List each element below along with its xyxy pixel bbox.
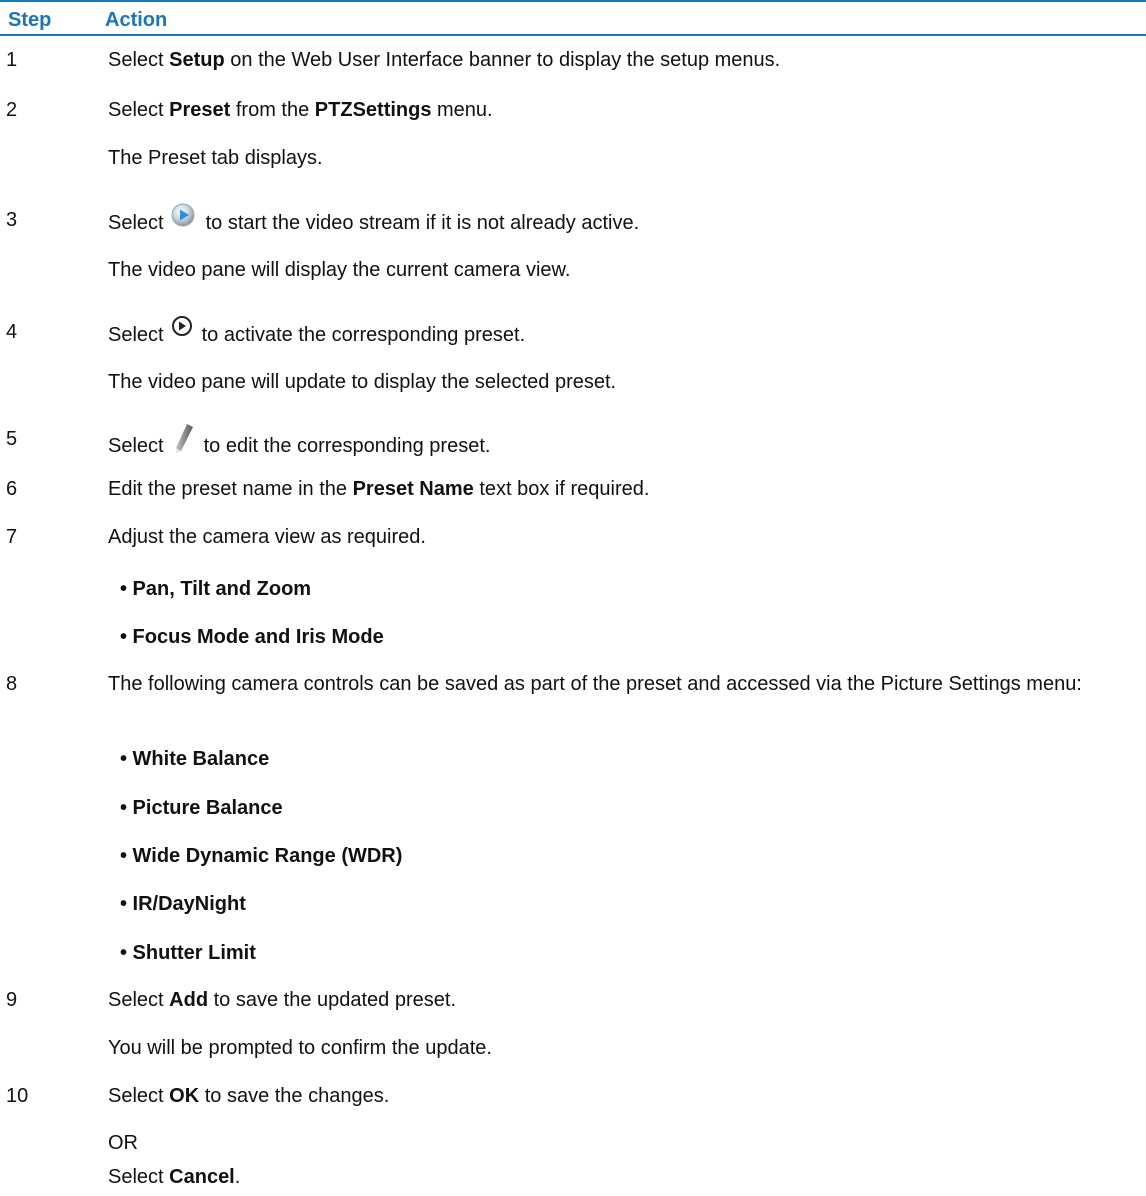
- list-item: • IR/DayNight: [120, 893, 246, 915]
- step-text: Adjust the camera view as required.: [108, 526, 426, 548]
- step-text: Select Add to save the updated preset.: [108, 989, 456, 1011]
- step-text: Select to activate the corresponding pres…: [108, 316, 1138, 352]
- pencil-icon: [168, 422, 198, 463]
- list-item: • White Balance: [120, 748, 270, 770]
- step-number: 3: [6, 209, 18, 231]
- step-number: 7: [6, 526, 18, 548]
- step-number: 8: [6, 673, 18, 695]
- list-item: • Pan, Tilt and Zoom: [120, 578, 312, 600]
- circle-play-icon: [168, 315, 196, 348]
- list-item: • Focus Mode and Iris Mode: [120, 626, 384, 648]
- step-number: 1: [6, 49, 18, 71]
- header-step: Step: [8, 9, 52, 31]
- table-header: Step Action: [0, 0, 1146, 36]
- play-stream-icon: [168, 203, 200, 236]
- step-number: 4: [6, 321, 18, 343]
- list-item: • Wide Dynamic Range (WDR): [120, 845, 403, 867]
- step-text: Edit the preset name in the Preset Name …: [108, 478, 650, 500]
- step-text: Select Setup on the Web User Interface b…: [108, 49, 781, 71]
- step-text: The following camera controls can be sav…: [108, 673, 1082, 695]
- step-text: Select to start the video stream if it is…: [108, 203, 1138, 240]
- step-number: 9: [6, 989, 18, 1011]
- list-item: • Shutter Limit: [120, 942, 256, 964]
- step-number: 6: [6, 478, 18, 500]
- step-number: 10: [6, 1085, 29, 1107]
- header-action: Action: [105, 9, 168, 31]
- list-item: • Picture Balance: [120, 797, 283, 819]
- step-text: Select to edit the corresponding preset.: [108, 424, 1138, 467]
- step-number: 5: [6, 428, 18, 450]
- step-text: Select Preset from the PTZSettings menu.: [108, 99, 493, 121]
- step-number: 2: [6, 99, 18, 121]
- step-text: Select OK to save the changes.: [108, 1085, 390, 1107]
